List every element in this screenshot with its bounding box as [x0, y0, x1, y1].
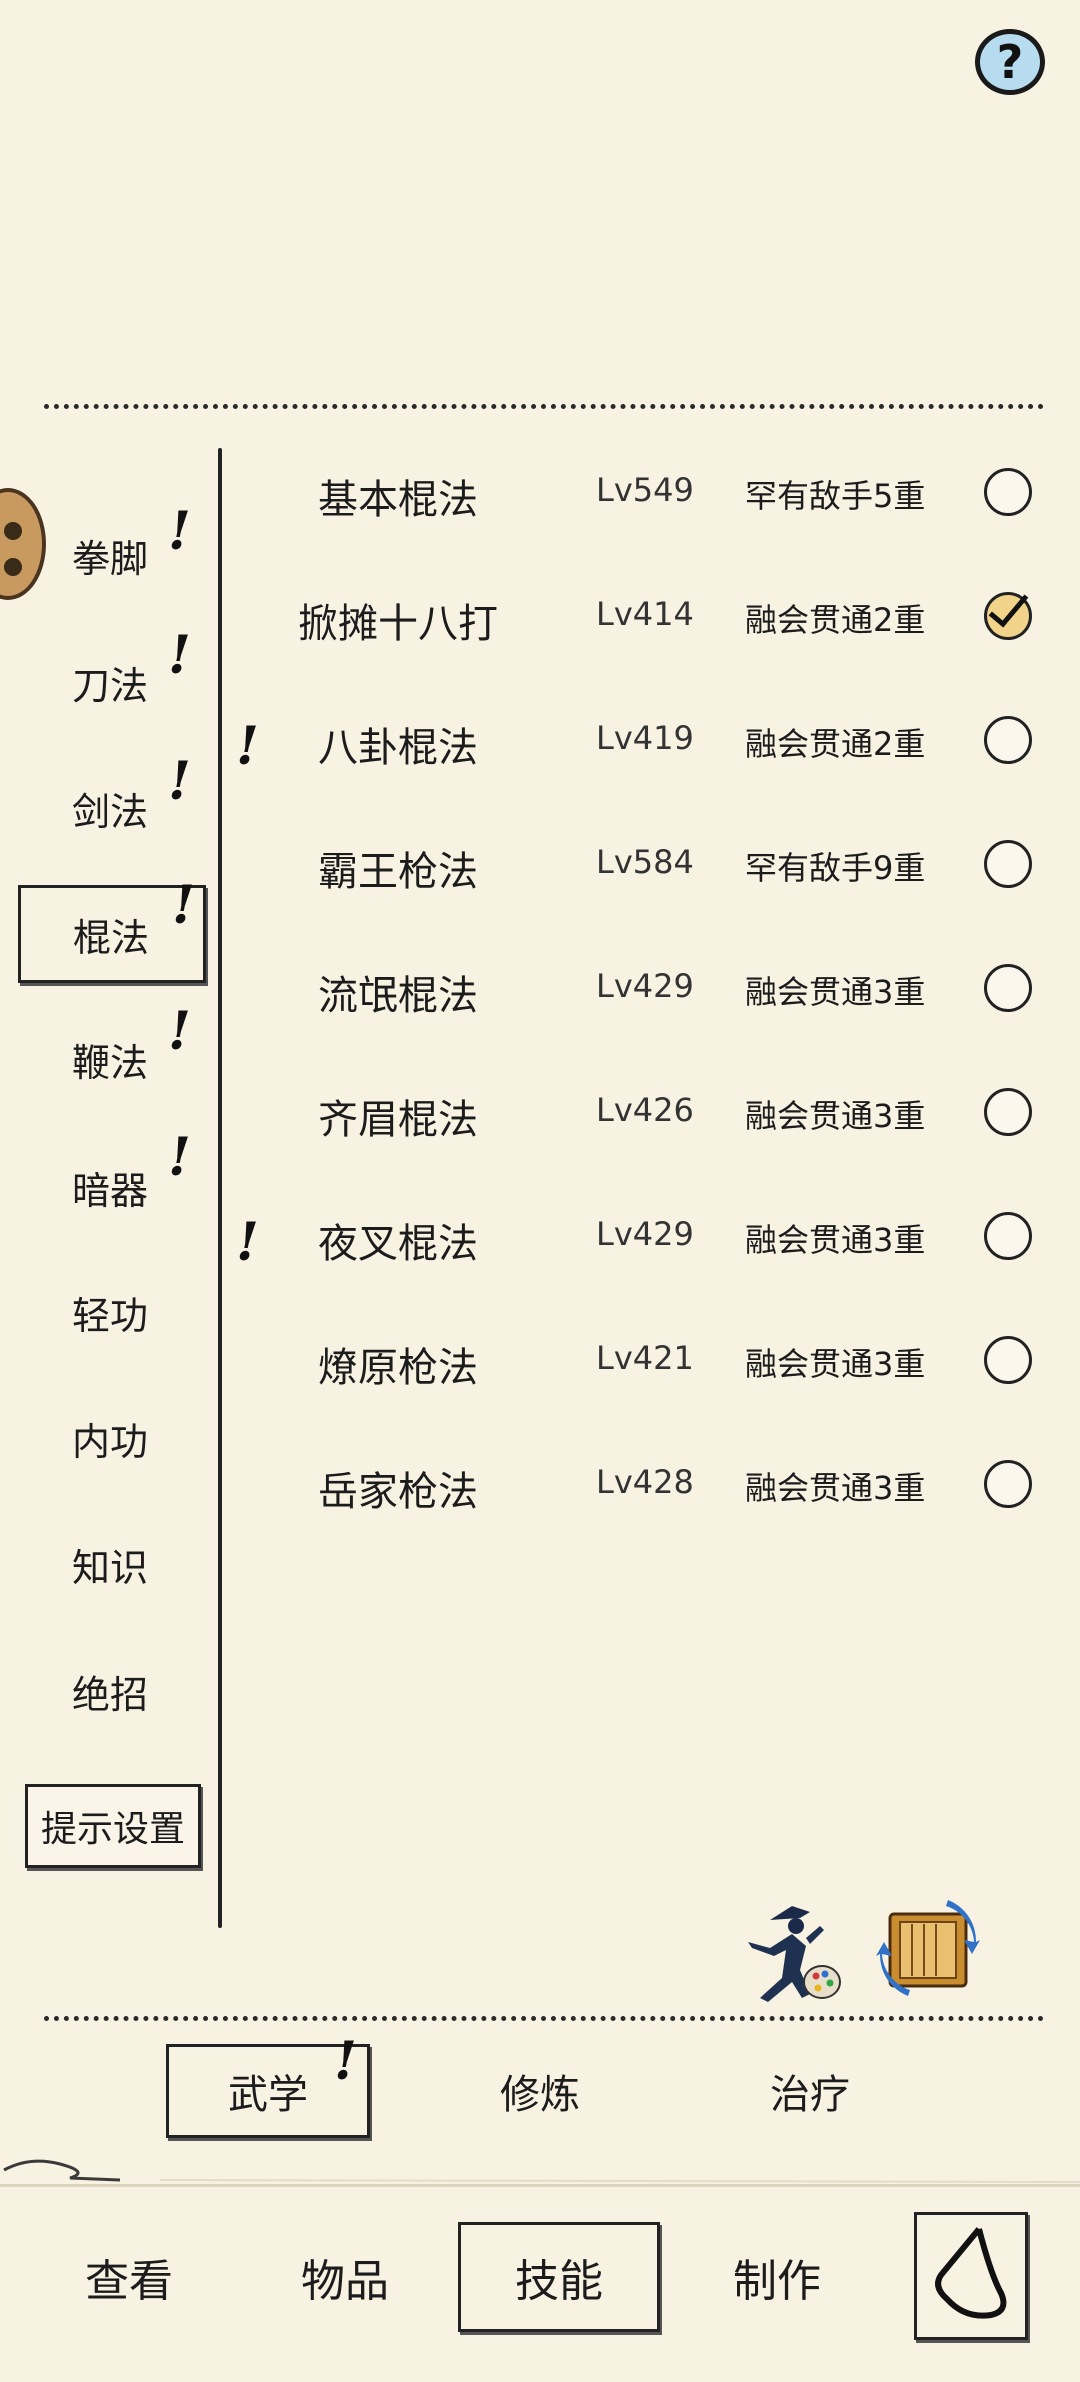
- skill-level: Lv428: [596, 1463, 694, 1501]
- skill-rank: 融会贯通3重: [745, 1345, 926, 1383]
- subtab-label: 武学: [228, 2072, 308, 2118]
- skill-level: Lv419: [596, 719, 694, 757]
- skill-toggle[interactable]: [984, 716, 1032, 764]
- nav-label: 技能: [515, 2256, 603, 2307]
- nav-label: 物品: [301, 2256, 389, 2307]
- subtab-label: 治疗: [770, 2072, 850, 2118]
- skill-name: 掀摊十八打: [298, 601, 498, 647]
- skill-toggle[interactable]: [984, 964, 1032, 1012]
- category-label: 知识: [72, 1545, 149, 1590]
- skill-row[interactable]: 霸王枪法 Lv584 罕有敌手9重: [0, 819, 1080, 909]
- skill-rank: 罕有敌手5重: [745, 477, 926, 515]
- skill-rank: 融会贯通3重: [745, 1221, 926, 1259]
- skill-toggle[interactable]: [984, 840, 1032, 888]
- skill-rank: 融会贯通2重: [745, 601, 926, 639]
- nav-chakan[interactable]: 查看: [28, 2222, 230, 2332]
- fighter-palette-icon[interactable]: [740, 1898, 846, 2008]
- skill-toggle[interactable]: [984, 1336, 1032, 1384]
- skill-name: 基本棍法: [318, 477, 478, 523]
- skill-level: Lv414: [596, 595, 694, 633]
- question-mark-icon: ?: [996, 35, 1024, 89]
- tip-settings-button[interactable]: 提示设置: [25, 1784, 201, 1868]
- skill-toggle[interactable]: [984, 1088, 1032, 1136]
- bottom-divider: [44, 2016, 1044, 2021]
- skill-level: Lv421: [596, 1339, 694, 1377]
- skill-level: Lv429: [596, 967, 694, 1005]
- skill-name: 齐眉棍法: [318, 1097, 478, 1143]
- skill-rank: 融会贯通3重: [745, 1097, 926, 1135]
- skill-toggle-checked[interactable]: [984, 592, 1032, 640]
- subtab-zhiliao[interactable]: 治疗: [710, 2044, 910, 2138]
- skill-row[interactable]: ! 夜叉棍法 Lv429 融会贯通3重: [0, 1191, 1080, 1281]
- nav-label: 制作: [733, 2256, 821, 2307]
- alert-mark: !: [334, 2031, 357, 2092]
- skill-toggle[interactable]: [984, 1460, 1032, 1508]
- skill-row[interactable]: 岳家枪法 Lv428 融会贯通3重: [0, 1439, 1080, 1529]
- skill-name: 霸王枪法: [318, 849, 478, 895]
- nav-label: 查看: [85, 2256, 173, 2307]
- skill-name: 流氓棍法: [318, 973, 478, 1019]
- subtab-label: 修炼: [500, 2072, 580, 2118]
- category-juezhao[interactable]: 绝招: [34, 1656, 164, 1726]
- skill-toggle[interactable]: [984, 1212, 1032, 1260]
- skill-name: 岳家枪法: [318, 1469, 478, 1515]
- skill-row[interactable]: 流氓棍法 Lv429 融会贯通3重: [0, 943, 1080, 1033]
- skill-level: Lv429: [596, 1215, 694, 1253]
- skill-row[interactable]: ! 八卦棍法 Lv419 融会贯通2重: [0, 695, 1080, 785]
- category-zhishi[interactable]: 知识: [34, 1529, 164, 1599]
- skill-rank: 融会贯通3重: [745, 1469, 926, 1507]
- skill-level: Lv584: [596, 843, 694, 881]
- back-button[interactable]: [914, 2212, 1028, 2340]
- skill-row[interactable]: 燎原枪法 Lv421 融会贯通3重: [0, 1315, 1080, 1405]
- skill-name: 八卦棍法: [318, 725, 478, 771]
- skill-name: 燎原枪法: [318, 1345, 478, 1391]
- subtab-xiulian[interactable]: 修炼: [440, 2044, 640, 2138]
- skill-name: 夜叉棍法: [318, 1221, 478, 1267]
- skill-row[interactable]: 基本棍法 Lv549 罕有敌手5重: [0, 447, 1080, 537]
- skill-rank: 融会贯通3重: [745, 973, 926, 1011]
- help-button[interactable]: ?: [975, 29, 1045, 95]
- nav-jineng[interactable]: 技能: [458, 2222, 660, 2332]
- nav-zhizuo[interactable]: 制作: [676, 2222, 878, 2332]
- skill-toggle[interactable]: [984, 468, 1032, 516]
- nav-wupin[interactable]: 物品: [244, 2222, 446, 2332]
- skill-row[interactable]: 掀摊十八打 Lv414 融会贯通2重: [0, 571, 1080, 661]
- skill-level: Lv549: [596, 471, 694, 509]
- sidebar-divider: [218, 448, 222, 1928]
- skill-row[interactable]: 齐眉棍法 Lv426 融会贯通3重: [0, 1067, 1080, 1157]
- skill-rank: 罕有敌手9重: [745, 849, 926, 887]
- scroll-swap-icon[interactable]: [876, 1896, 980, 2000]
- back-arrow-icon: [935, 2227, 1007, 2319]
- skill-level: Lv426: [596, 1091, 694, 1129]
- category-label: 绝招: [72, 1672, 149, 1717]
- top-divider: [44, 404, 1044, 409]
- skill-rank: 融会贯通2重: [745, 725, 926, 763]
